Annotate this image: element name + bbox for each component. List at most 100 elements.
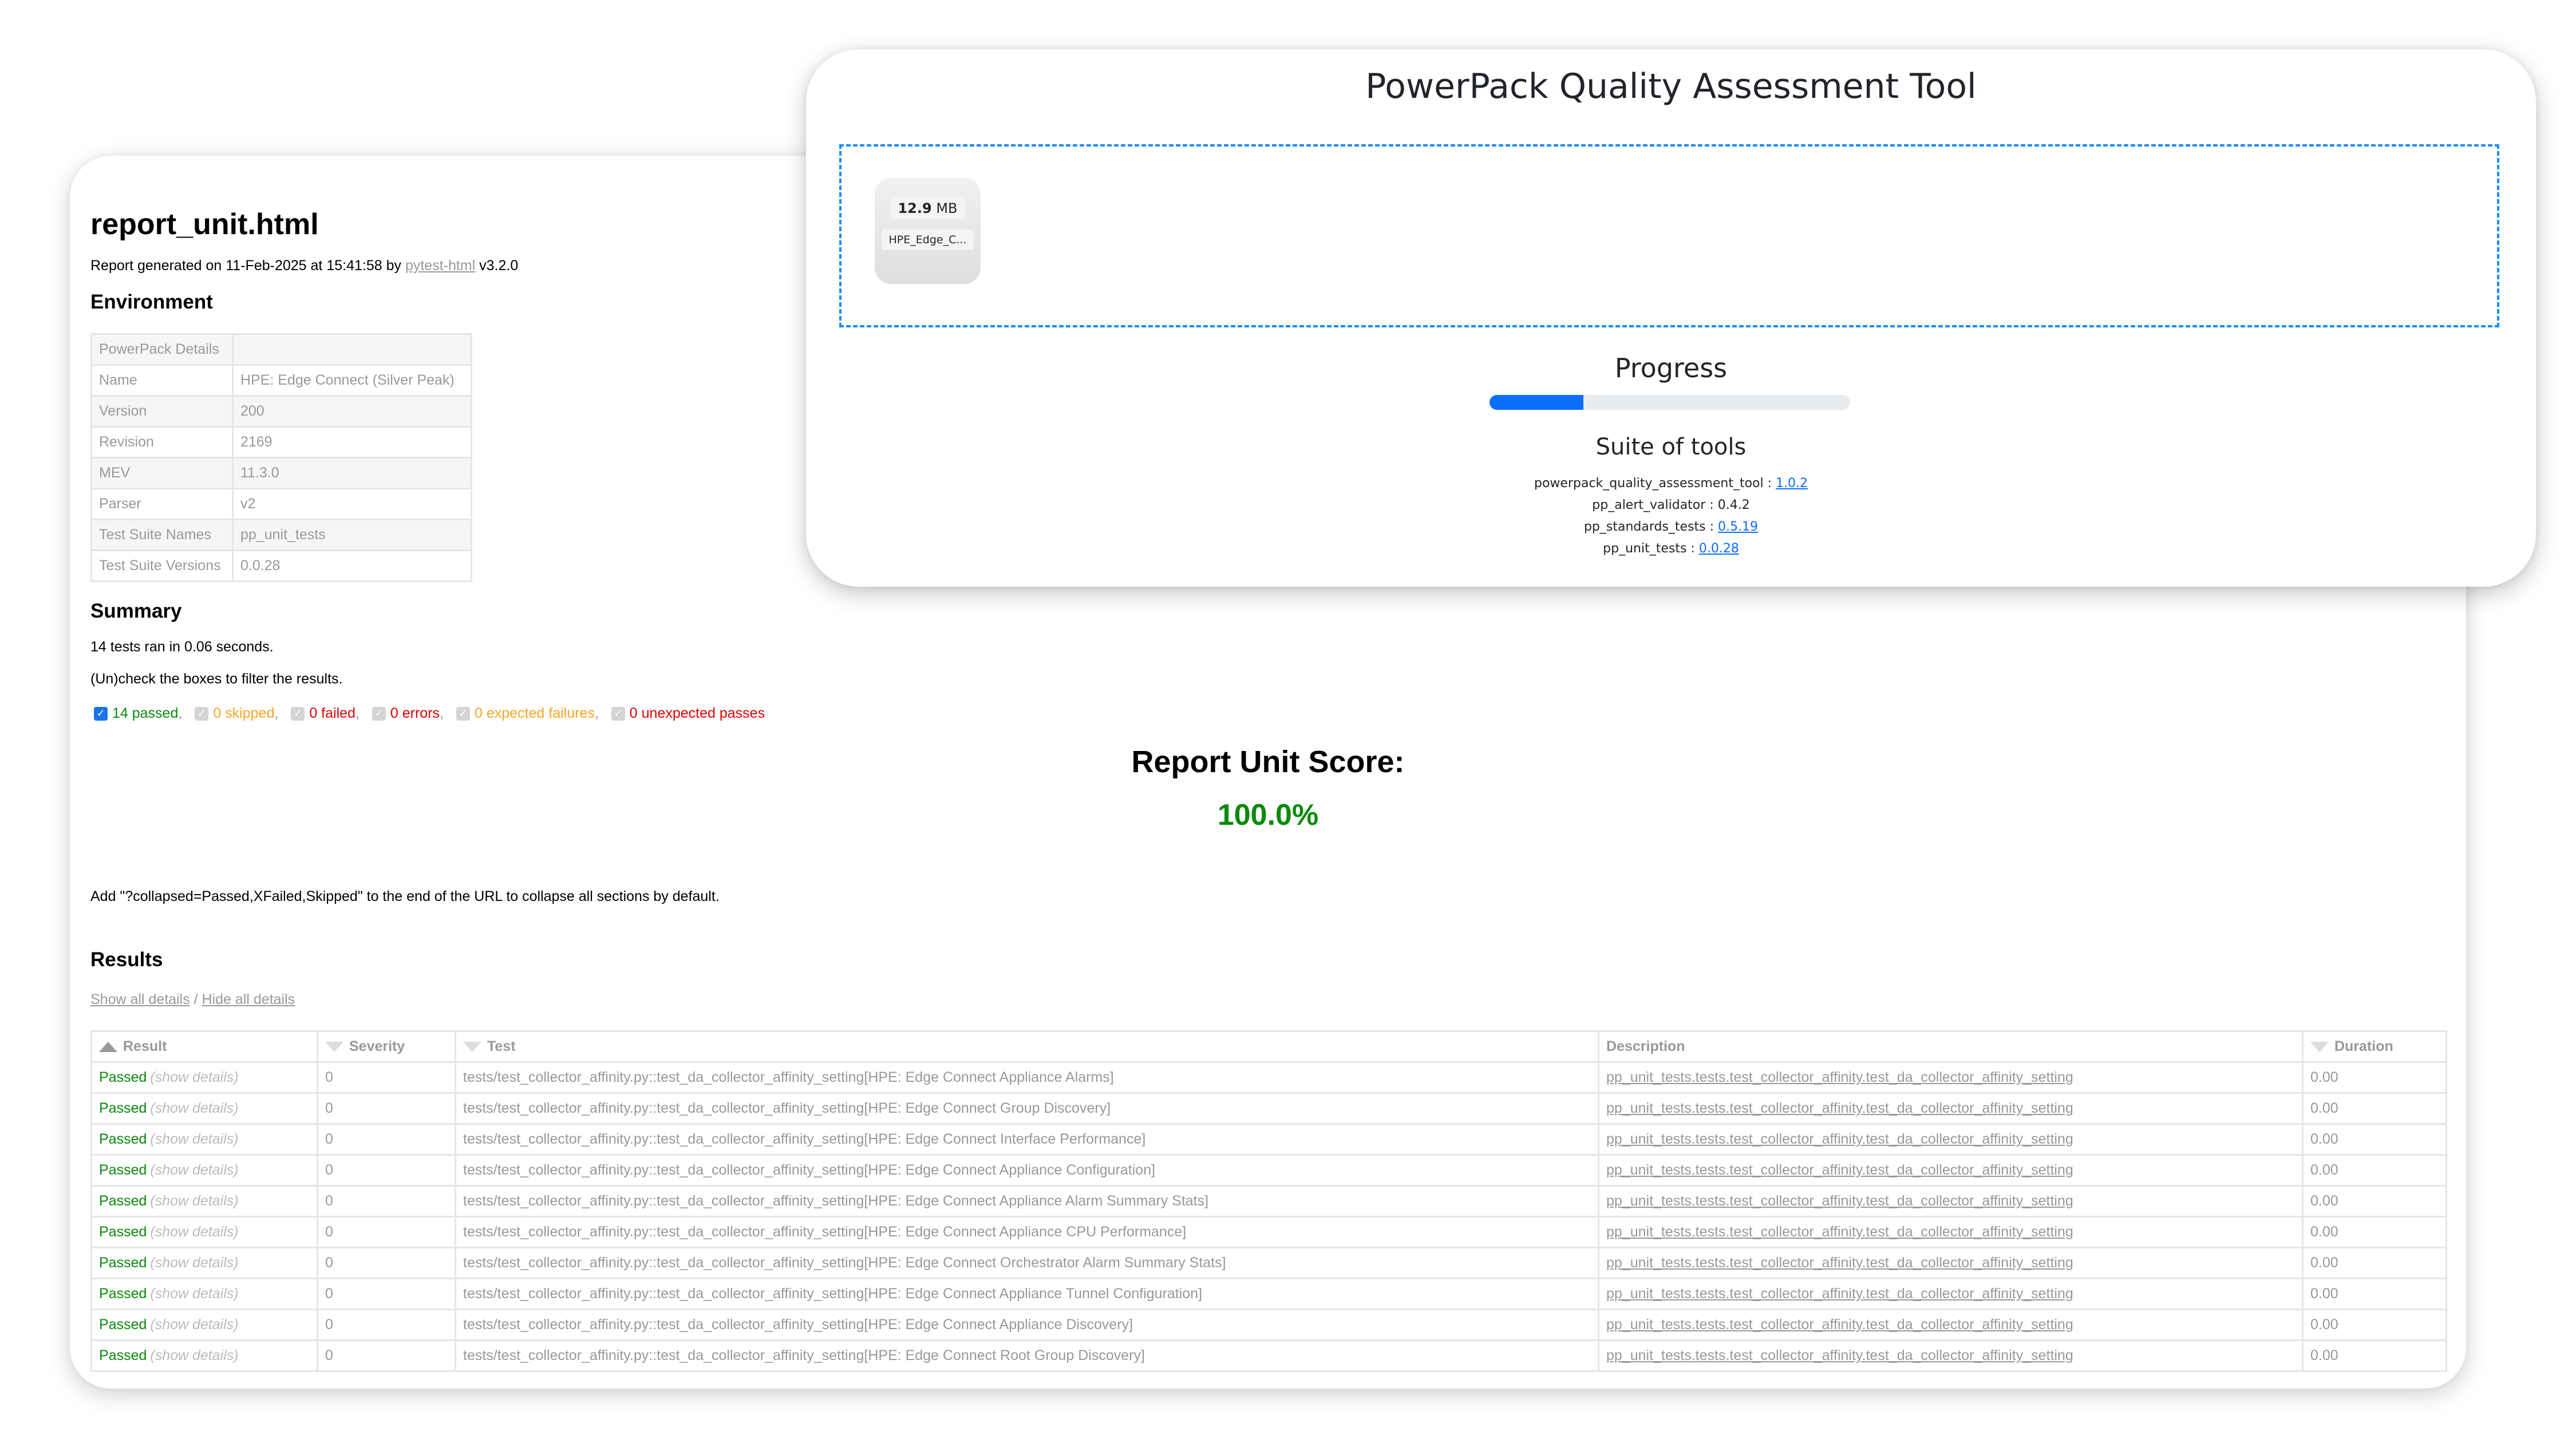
description-link[interactable]: pp_unit_tests.tests.test_collector_affin… — [1606, 1286, 2073, 1302]
quality-tool-window: PowerPack Quality Assessment Tool 12.9 M… — [806, 49, 2536, 587]
result-cell: Passed (show details) — [90, 1216, 318, 1248]
test-cell: tests/test_collector_affinity.py::test_d… — [455, 1247, 1599, 1279]
show-details-link[interactable]: (show details) — [150, 1347, 238, 1363]
show-details-link[interactable]: (show details) — [150, 1286, 238, 1302]
suite-item: powerpack_quality_assessment_tool : 1.0.… — [1534, 476, 1808, 491]
hide-all-details-link[interactable]: Hide all details — [202, 991, 295, 1007]
severity-cell: 0 — [317, 1185, 456, 1217]
show-details-link[interactable]: (show details) — [150, 1162, 238, 1178]
filter-checkbox[interactable]: ✓ — [94, 706, 108, 721]
suite-heading: Suite of tools — [1595, 434, 1747, 460]
pytest-html-link[interactable]: pytest-html — [405, 258, 475, 274]
table-row: Passed (show details) 0 tests/test_collecto… — [90, 1309, 2447, 1341]
separator: / — [189, 991, 202, 1007]
description-link[interactable]: pp_unit_tests.tests.test_collector_affin… — [1606, 1224, 2073, 1240]
result-status: Passed — [99, 1069, 147, 1085]
show-details-link[interactable]: (show details) — [150, 1224, 238, 1240]
environment-value: 2169 — [232, 426, 472, 458]
sort-desc-icon — [325, 1042, 343, 1053]
description-link[interactable]: pp_unit_tests.tests.test_collector_affin… — [1606, 1193, 2073, 1209]
filter-checkbox[interactable]: ✓ — [456, 706, 470, 721]
column-header-duration[interactable]: Duration — [2302, 1030, 2447, 1063]
description-cell: pp_unit_tests.tests.test_collector_affin… — [1598, 1092, 2304, 1125]
suite-name: pp_standards_tests — [1583, 520, 1706, 534]
severity-cell: 0 — [317, 1278, 456, 1310]
filter-errors[interactable]: ✓ 0 errors, — [372, 705, 444, 722]
result-cell: Passed (show details) — [90, 1092, 318, 1125]
results-header-row: Result Severity Test Description Duratio… — [90, 1030, 2447, 1063]
environment-key: Test Suite Versions — [90, 550, 234, 582]
result-cell: Passed (show details) — [90, 1309, 318, 1341]
filter-checkbox[interactable]: ✓ — [611, 706, 625, 721]
description-cell: pp_unit_tests.tests.test_collector_affin… — [1598, 1185, 2304, 1217]
table-row: Passed (show details) 0 tests/test_collecto… — [90, 1185, 2447, 1217]
description-link[interactable]: pp_unit_tests.tests.test_collector_affin… — [1606, 1069, 2073, 1085]
table-row: Passed (show details) 0 tests/test_collecto… — [90, 1278, 2447, 1310]
filter-checkbox[interactable]: ✓ — [372, 706, 386, 721]
description-cell: pp_unit_tests.tests.test_collector_affin… — [1598, 1123, 2304, 1156]
environment-value: pp_unit_tests — [232, 519, 472, 551]
file-card[interactable]: 12.9 MB HPE_Edge_C... — [875, 178, 981, 284]
filter-unexpected-passes[interactable]: ✓ 0 unexpected passes — [611, 705, 765, 722]
environment-value: 0.0.28 — [232, 550, 472, 582]
result-status: Passed — [99, 1255, 147, 1271]
description-link[interactable]: pp_unit_tests.tests.test_collector_affin… — [1606, 1317, 2073, 1333]
column-header-severity[interactable]: Severity — [317, 1030, 456, 1063]
test-cell: tests/test_collector_affinity.py::test_d… — [455, 1061, 1599, 1094]
sort-desc-icon — [463, 1042, 481, 1053]
show-details-link[interactable]: (show details) — [150, 1255, 238, 1271]
environment-key: Name — [90, 364, 234, 397]
description-link[interactable]: pp_unit_tests.tests.test_collector_affin… — [1606, 1162, 2073, 1178]
description-link[interactable]: pp_unit_tests.tests.test_collector_affin… — [1606, 1255, 2073, 1271]
test-cell: tests/test_collector_affinity.py::test_d… — [455, 1123, 1599, 1156]
description-cell: pp_unit_tests.tests.test_collector_affin… — [1598, 1061, 2304, 1094]
column-header-description: Description — [1598, 1030, 2304, 1063]
collapse-note: Add "?collapsed=Passed,XFailed,Skipped" … — [90, 888, 720, 904]
show-details-link[interactable]: (show details) — [150, 1131, 238, 1147]
environment-row: PowerPack Details — [90, 333, 472, 366]
filter-failed[interactable]: ✓ 0 failed, — [291, 705, 359, 722]
description-link[interactable]: pp_unit_tests.tests.test_collector_affin… — [1606, 1347, 2073, 1363]
progress-bar — [1490, 395, 1850, 410]
result-cell: Passed (show details) — [90, 1123, 318, 1156]
result-filters: ✓ 14 passed, ✓ 0 skipped, ✓ 0 failed, ✓ 0 error… — [94, 705, 777, 722]
file-drop-zone[interactable]: 12.9 MB HPE_Edge_C... — [839, 144, 2499, 327]
description-link[interactable]: pp_unit_tests.tests.test_collector_affin… — [1606, 1131, 2073, 1147]
show-details-link[interactable]: (show details) — [150, 1317, 238, 1333]
environment-row: Version 200 — [90, 395, 472, 428]
filter-checkbox[interactable]: ✓ — [195, 706, 209, 721]
suite-item: pp_standards_tests : 0.5.19 — [1583, 520, 1759, 534]
filter-skipped[interactable]: ✓ 0 skipped, — [195, 705, 278, 722]
column-header-test[interactable]: Test — [455, 1030, 1599, 1063]
suite-version-link[interactable]: 0.5.19 — [1718, 520, 1758, 534]
environment-key: PowerPack Details — [90, 333, 234, 366]
environment-key: MEV — [90, 457, 234, 489]
result-status: Passed — [99, 1286, 147, 1302]
show-all-details-link[interactable]: Show all details — [90, 991, 190, 1007]
result-cell: Passed (show details) — [90, 1339, 318, 1372]
test-cell: tests/test_collector_affinity.py::test_d… — [455, 1339, 1599, 1372]
description-cell: pp_unit_tests.tests.test_collector_affin… — [1598, 1278, 2304, 1310]
score-label: Report Unit Score: — [1131, 745, 1405, 779]
filter-checkbox[interactable]: ✓ — [291, 706, 305, 721]
description-link[interactable]: pp_unit_tests.tests.test_collector_affin… — [1606, 1100, 2073, 1116]
show-details-link[interactable]: (show details) — [150, 1100, 238, 1116]
test-cell: tests/test_collector_affinity.py::test_d… — [455, 1216, 1599, 1248]
description-cell: pp_unit_tests.tests.test_collector_affin… — [1598, 1216, 2304, 1248]
column-header-result[interactable]: Result — [90, 1030, 318, 1063]
show-details-link[interactable]: (show details) — [150, 1069, 238, 1085]
filter-label: 0 failed — [309, 705, 355, 721]
environment-key: Version — [90, 395, 234, 428]
duration-cell: 0.00 — [2302, 1154, 2447, 1187]
show-details-link[interactable]: (show details) — [150, 1193, 238, 1209]
severity-cell: 0 — [317, 1061, 456, 1094]
generated-prefix: Report generated on 11-Feb-2025 at 15:41… — [90, 258, 405, 274]
filter-passed[interactable]: ✓ 14 passed, — [94, 705, 182, 722]
suite-version-link[interactable]: 1.0.2 — [1776, 476, 1808, 491]
suite-version-link[interactable]: 0.0.28 — [1699, 541, 1739, 556]
table-row: Passed (show details) 0 tests/test_collecto… — [90, 1339, 2447, 1372]
environment-key: Test Suite Names — [90, 519, 234, 551]
table-row: Passed (show details) 0 tests/test_collecto… — [90, 1061, 2447, 1094]
filter-expected-failures[interactable]: ✓ 0 expected failures, — [456, 705, 599, 722]
environment-heading: Environment — [90, 291, 213, 313]
